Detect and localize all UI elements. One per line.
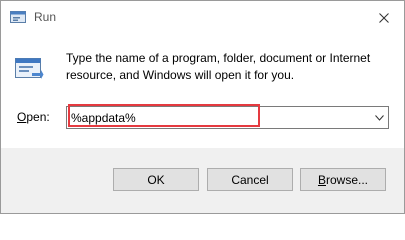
run-icon <box>14 55 44 83</box>
description-text: Type the name of a program, folder, docu… <box>66 51 371 82</box>
chevron-down-icon <box>374 114 384 121</box>
title-bar[interactable]: Run <box>1 1 404 34</box>
close-button[interactable] <box>364 1 404 34</box>
browse-label: rowse... <box>326 172 369 187</box>
open-combobox[interactable] <box>66 106 389 129</box>
browse-button[interactable]: Browse... <box>300 168 386 191</box>
cancel-button[interactable]: Cancel <box>207 168 293 191</box>
run-icon <box>10 10 26 24</box>
open-label-mnemonic: O <box>17 110 27 124</box>
browse-mnemonic: B <box>317 172 326 187</box>
run-dialog: Run Type the name of a program, folder, … <box>0 0 405 214</box>
close-icon <box>379 12 389 23</box>
open-input[interactable] <box>71 110 351 125</box>
open-label: Open: <box>17 110 50 124</box>
dropdown-button[interactable] <box>370 107 388 128</box>
open-label-text: pen: <box>26 110 50 124</box>
ok-button[interactable]: OK <box>113 168 199 191</box>
window-title: Run <box>34 10 57 24</box>
